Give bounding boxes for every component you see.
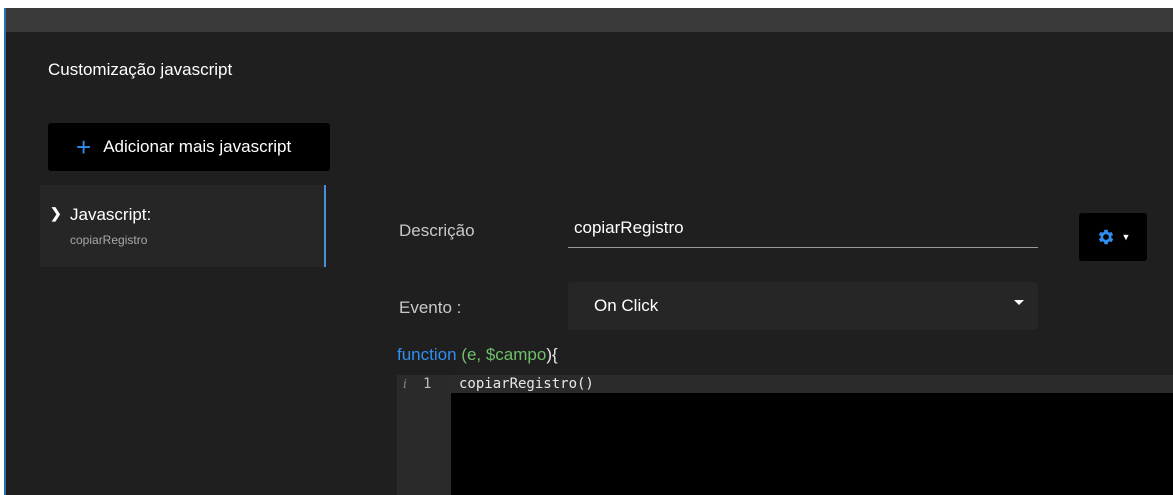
function-params: (e, $campo xyxy=(461,345,547,364)
function-brace: ){ xyxy=(546,345,558,364)
function-keyword: function xyxy=(397,345,457,364)
add-javascript-button[interactable]: + Adicionar mais javascript xyxy=(48,123,330,171)
script-item-subtitle: copiarRegistro xyxy=(70,233,148,247)
caret-down-icon: ▼ xyxy=(1121,232,1131,242)
code-line[interactable]: copiarRegistro() xyxy=(459,376,594,392)
javascript-customization-panel: Customização javascript + Adicionar mais… xyxy=(4,8,1173,495)
evento-selected-value: On Click xyxy=(594,296,659,315)
add-javascript-label: Adicionar mais javascript xyxy=(103,137,292,156)
descricao-label: Descrição xyxy=(399,221,475,240)
evento-select[interactable]: On Click xyxy=(568,282,1038,330)
settings-dropdown-button[interactable]: ▼ xyxy=(1079,213,1147,261)
script-item-label: Javascript: xyxy=(70,205,152,224)
evento-label: Evento : xyxy=(399,298,462,317)
function-signature: function (e, $campo){ xyxy=(397,345,558,365)
plus-icon: + xyxy=(76,132,92,162)
code-gutter: i 1 xyxy=(397,375,451,495)
info-icon: i xyxy=(403,377,407,391)
top-bar xyxy=(6,8,1173,32)
script-list-item[interactable]: ❯ Javascript: copiarRegistro xyxy=(40,185,326,267)
descricao-input[interactable]: copiarRegistro xyxy=(568,210,1038,248)
dropdown-caret-icon xyxy=(1014,300,1024,305)
gear-icon xyxy=(1098,229,1113,245)
line-number: 1 xyxy=(423,376,432,392)
panel-title: Customização javascript xyxy=(48,60,233,79)
chevron-right-icon: ❯ xyxy=(50,205,62,221)
code-editor[interactable]: copiarRegistro() xyxy=(451,375,1173,495)
